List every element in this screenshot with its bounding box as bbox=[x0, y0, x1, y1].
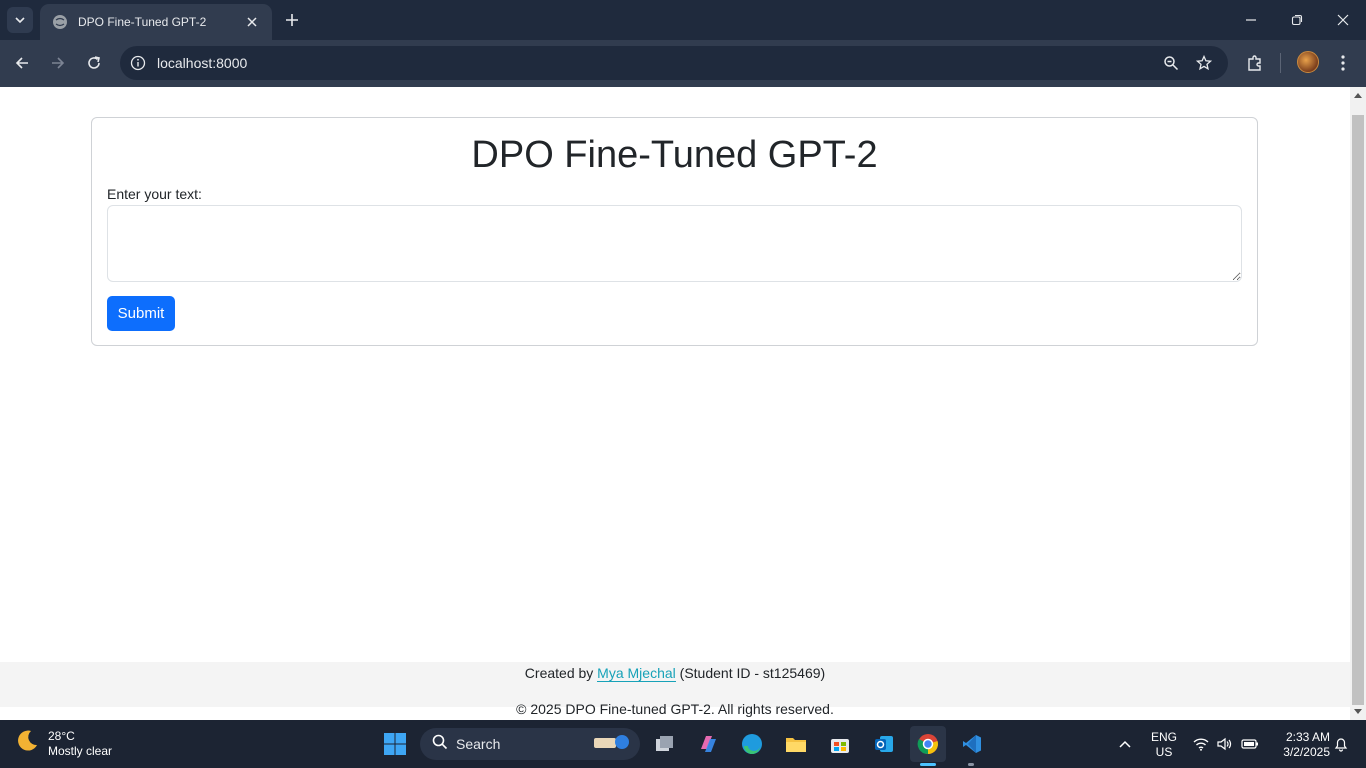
language-bottom: US bbox=[1155, 745, 1173, 759]
form-card: DPO Fine-Tuned GPT-2 Enter your text: Su… bbox=[91, 117, 1258, 346]
weather-temp: 28°C bbox=[48, 728, 75, 743]
footer-credit: Created by Mya Mjechal (Student ID - st1… bbox=[0, 665, 1350, 682]
page-title: DPO Fine-Tuned GPT-2 bbox=[471, 134, 878, 176]
clock-date: 3/2/2025 bbox=[1283, 745, 1330, 759]
menu-icon[interactable] bbox=[1331, 51, 1355, 75]
info-icon[interactable] bbox=[128, 53, 148, 73]
browser-tab[interactable]: DPO Fine-Tuned GPT-2 bbox=[40, 4, 272, 40]
extensions-icon[interactable] bbox=[1243, 51, 1267, 75]
scrollbar[interactable] bbox=[1350, 87, 1366, 720]
outlook-icon[interactable] bbox=[866, 726, 902, 762]
copilot-icon[interactable] bbox=[690, 726, 726, 762]
chevron-up-icon[interactable] bbox=[1107, 726, 1143, 762]
vscode-running-indicator bbox=[968, 763, 974, 766]
star-icon[interactable] bbox=[1194, 53, 1214, 73]
toolbar-divider bbox=[1280, 53, 1281, 73]
plus-icon[interactable] bbox=[282, 10, 302, 30]
scroll-up-icon[interactable] bbox=[1350, 87, 1366, 103]
scrollbar-thumb[interactable] bbox=[1352, 115, 1364, 705]
battery-icon[interactable] bbox=[1238, 726, 1262, 762]
tab-search-icon[interactable] bbox=[7, 7, 33, 33]
url-text: localhost:8000 bbox=[157, 55, 248, 71]
author-link[interactable]: Mya Mjechal bbox=[597, 665, 676, 682]
browser-tabstrip: DPO Fine-Tuned GPT-2 bbox=[0, 0, 1366, 40]
created-by-text: Created by bbox=[524, 665, 594, 681]
close-icon[interactable] bbox=[244, 14, 260, 30]
language-top: ENG bbox=[1150, 730, 1177, 744]
weather-widget[interactable]: 28°C Mostly clear bbox=[14, 728, 112, 759]
text-input[interactable] bbox=[107, 205, 1242, 282]
clock[interactable]: 2:33 AM 3/2/2025 bbox=[1268, 730, 1330, 760]
forward-icon[interactable] bbox=[46, 51, 70, 75]
windows-start-icon[interactable] bbox=[377, 726, 413, 762]
task-view-icon[interactable] bbox=[646, 726, 682, 762]
weather-desc: Mostly clear bbox=[48, 743, 113, 758]
chrome-running-indicator bbox=[920, 763, 936, 766]
back-icon[interactable] bbox=[10, 51, 34, 75]
weather-moon-icon bbox=[14, 728, 40, 759]
notification-bell-icon[interactable] bbox=[1330, 726, 1352, 762]
taskbar: 28°C Mostly clear Search ENG US 2:33 AM … bbox=[0, 720, 1366, 768]
clock-time: 2:33 AM bbox=[1285, 730, 1330, 744]
input-label: Enter your text: bbox=[107, 186, 202, 202]
edge-icon[interactable] bbox=[734, 726, 770, 762]
wifi-icon[interactable] bbox=[1190, 726, 1212, 762]
language-indicator[interactable]: ENG US bbox=[1149, 730, 1179, 760]
search-highlight-icon bbox=[592, 730, 632, 759]
volume-icon[interactable] bbox=[1213, 726, 1235, 762]
vscode-icon[interactable] bbox=[954, 726, 990, 762]
student-id-text: (Student ID - st125469) bbox=[679, 665, 826, 681]
tab-title: DPO Fine-Tuned GPT-2 bbox=[78, 15, 207, 29]
chrome-icon[interactable] bbox=[910, 726, 946, 762]
file-explorer-icon[interactable] bbox=[778, 726, 814, 762]
page-viewport: DPO Fine-Tuned GPT-2 Enter your text: Su… bbox=[0, 87, 1350, 720]
restore-icon[interactable] bbox=[1274, 0, 1320, 40]
globe-icon bbox=[52, 14, 68, 30]
window-close-icon[interactable] bbox=[1320, 0, 1366, 40]
submit-button[interactable]: Submit bbox=[107, 296, 175, 331]
footer-copyright: © 2025 DPO Fine-tuned GPT-2. All rights … bbox=[516, 701, 834, 717]
taskbar-search[interactable]: Search bbox=[420, 728, 640, 760]
address-bar[interactable]: localhost:8000 bbox=[120, 46, 1228, 80]
search-label: Search bbox=[456, 736, 501, 752]
avatar[interactable] bbox=[1297, 51, 1319, 73]
minimize-icon[interactable] bbox=[1228, 0, 1274, 40]
reload-icon[interactable] bbox=[82, 51, 106, 75]
scroll-down-icon[interactable] bbox=[1350, 704, 1366, 720]
search-icon bbox=[432, 734, 448, 755]
zoom-icon[interactable] bbox=[1161, 53, 1181, 73]
store-icon[interactable] bbox=[822, 726, 858, 762]
browser-toolbar: localhost:8000 bbox=[0, 40, 1366, 87]
